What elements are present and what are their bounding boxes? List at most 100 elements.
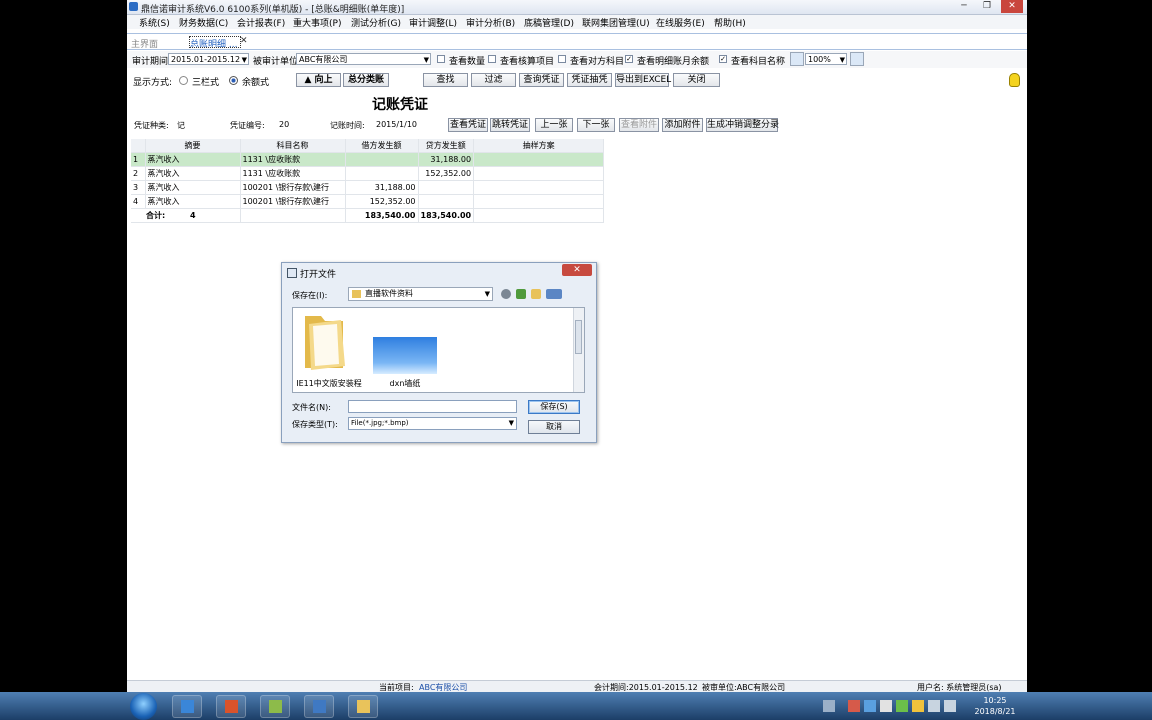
up-button[interactable]: ▲ 向上: [296, 73, 341, 87]
col-sample-plan: 抽样方案: [473, 139, 605, 153]
close-button[interactable]: 关闭: [673, 73, 720, 87]
row-plan: [473, 166, 605, 181]
menu-help[interactable]: 帮助(H): [714, 16, 746, 29]
save-in-value: 直播软件资料: [365, 289, 413, 298]
total-label: 合计:: [146, 211, 166, 220]
menu-major-items[interactable]: 重大事项(P): [293, 16, 341, 29]
back-icon[interactable]: [501, 289, 511, 299]
menu-test-analysis[interactable]: 测试分析(G): [351, 16, 401, 29]
col-account: 科目名称: [240, 139, 346, 153]
tray-network-icon[interactable]: [864, 700, 876, 712]
next-voucher-button[interactable]: 下一张: [577, 118, 615, 132]
period-select[interactable]: 2015.01-2015.12 ▼: [168, 53, 249, 65]
zoom-out-icon[interactable]: [790, 52, 804, 66]
list-item[interactable]: IE11中文版安装程: [293, 308, 365, 392]
taskbar-app-tool[interactable]: [304, 695, 334, 718]
filename-label: 文件名(N):: [292, 403, 331, 412]
tray-shield-icon[interactable]: [880, 700, 892, 712]
tray-app-icon[interactable]: [848, 700, 860, 712]
tray-flag-icon[interactable]: [928, 700, 940, 712]
view-menu-icon[interactable]: [546, 289, 562, 299]
tray-volume-icon[interactable]: [944, 700, 956, 712]
tray-security-icon[interactable]: [896, 700, 908, 712]
total-plan: [473, 208, 605, 223]
row-summary: 蒸汽收入: [145, 152, 241, 167]
menu-audit-adjust[interactable]: 审计调整(L): [409, 16, 457, 29]
general-ledger-button[interactable]: 总分类账: [343, 73, 389, 87]
row-plan: [473, 180, 605, 195]
generate-adjustment-button[interactable]: 生成冲销调整分录: [706, 118, 779, 132]
voucher-sample-button[interactable]: 凭证抽凭: [567, 73, 612, 87]
taskbar-clock[interactable]: 10:25 2018/8/21: [970, 695, 1020, 717]
filter-toolbar: 审计期间 2015.01-2015.12 ▼ 被审计单位 ABC有限公司 ▼ 查…: [127, 51, 1027, 68]
check-monthly-balance[interactable]: ✓: [625, 55, 633, 63]
list-item[interactable]: dxn墙纸: [369, 308, 441, 392]
taskbar-app-office[interactable]: [216, 695, 246, 718]
taskbar-app-explorer[interactable]: [348, 695, 378, 718]
filetype-select[interactable]: File(*.jpg;*.bmp) ▼: [348, 417, 517, 430]
filter-button[interactable]: 过滤: [471, 73, 516, 87]
check-accounting-items[interactable]: [488, 55, 496, 63]
tray-status-icon[interactable]: [912, 700, 924, 712]
unit-select[interactable]: ABC有限公司 ▼: [296, 53, 431, 65]
menu-audit-analysis[interactable]: 审计分析(B): [466, 16, 515, 29]
row-plan: [473, 194, 605, 209]
lightbulb-icon[interactable]: [1009, 73, 1020, 87]
scrollbar-thumb[interactable]: [575, 320, 582, 354]
taskbar-app-book[interactable]: [260, 695, 290, 718]
menu-workpaper[interactable]: 底稿管理(D): [524, 16, 574, 29]
table-row[interactable]: 4 蒸汽收入 100201 \银行存款\建行 152,352.00: [131, 194, 605, 209]
table-row[interactable]: 2 蒸汽收入 1131 \应收账款 152,352.00: [131, 166, 605, 181]
col-no: [131, 139, 146, 153]
up-folder-icon[interactable]: [516, 289, 526, 299]
row-debit: 31,188.00: [345, 180, 419, 195]
zoom-select[interactable]: 100% ▼: [805, 53, 847, 65]
dialog-close-button[interactable]: ✕: [562, 264, 592, 276]
tab-main[interactable]: 主界面: [131, 37, 158, 50]
radio-three-column[interactable]: [179, 76, 188, 85]
save-button[interactable]: 保存(S): [528, 400, 580, 414]
new-folder-icon[interactable]: [531, 289, 541, 299]
dialog-icon: [287, 268, 297, 278]
taskbar-app-audit[interactable]: [172, 695, 202, 718]
row-account: 1131 \应收账款: [240, 152, 346, 167]
zoom-in-icon[interactable]: [850, 52, 864, 66]
table-row[interactable]: 1 蒸汽收入 1131 \应收账款 31,188.00: [131, 152, 605, 167]
status-project-value: ABC有限公司: [419, 683, 468, 692]
menu-financial-data[interactable]: 财务数据(C): [179, 16, 228, 29]
start-button[interactable]: [130, 693, 157, 720]
row-summary: 蒸汽收入: [145, 180, 241, 195]
export-excel-button[interactable]: 导出到EXCEL: [615, 73, 671, 87]
cancel-button[interactable]: 取消: [528, 420, 580, 434]
close-window-button[interactable]: ✕: [1001, 0, 1023, 13]
tray-keyboard-icon[interactable]: [823, 700, 835, 712]
find-button[interactable]: 查找: [423, 73, 468, 87]
save-in-select[interactable]: 直播软件资料 ▼: [348, 287, 493, 301]
restore-button[interactable]: ❐: [976, 0, 998, 13]
view-attachment-button[interactable]: 查看附件: [619, 118, 659, 132]
row-no: 3: [131, 180, 146, 195]
filetype-label: 保存类型(T):: [292, 420, 338, 429]
row-no: 2: [131, 166, 146, 181]
check-contra-account[interactable]: [558, 55, 566, 63]
tab-ledger-detail[interactable]: 总账明细 ...: [189, 36, 241, 48]
check-quantity[interactable]: [437, 55, 445, 63]
tab-close-icon[interactable]: ✕: [240, 36, 248, 46]
prev-voucher-button[interactable]: 上一张: [535, 118, 573, 132]
menu-group[interactable]: 联网集团管理(U): [582, 16, 650, 29]
radio-balance[interactable]: [229, 76, 238, 85]
folder-icon: [305, 316, 345, 370]
menu-online-service[interactable]: 在线服务(E): [656, 16, 705, 29]
filename-input[interactable]: [348, 400, 517, 413]
file-list-scrollbar[interactable]: [573, 308, 584, 392]
jump-voucher-button[interactable]: 跳转凭证: [490, 118, 530, 132]
check-account-name[interactable]: ✓: [719, 55, 727, 63]
minimize-button[interactable]: ─: [953, 0, 975, 13]
add-attachment-button[interactable]: 添加附件: [662, 118, 703, 132]
view-voucher-button[interactable]: 查看凭证: [448, 118, 488, 132]
menu-reports[interactable]: 会计报表(F): [237, 16, 285, 29]
menu-system[interactable]: 系统(S): [139, 16, 170, 29]
table-row[interactable]: 3 蒸汽收入 100201 \银行存款\建行 31,188.00: [131, 180, 605, 195]
query-voucher-button[interactable]: 查询凭证: [519, 73, 564, 87]
save-in-label: 保存在(I):: [292, 291, 328, 300]
